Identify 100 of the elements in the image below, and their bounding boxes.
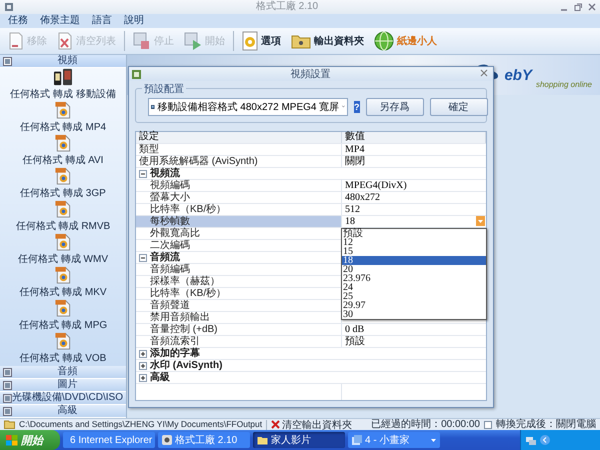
app-icon — [4, 2, 14, 12]
taskbar-item[interactable]: 4 - 小畫家 — [348, 432, 440, 448]
dropdown-option[interactable]: 25 — [342, 292, 486, 301]
app-icon — [162, 435, 172, 445]
property-value: 512 — [345, 204, 360, 214]
dropdown-option[interactable]: 預設 — [342, 229, 486, 238]
dropdown-option[interactable]: 23.976 — [342, 274, 486, 283]
stop-icon — [133, 32, 151, 50]
clear-output-button[interactable]: 清空輸出資料夾 — [271, 418, 352, 432]
folder-icon — [291, 33, 311, 49]
taskbar-item[interactable]: 格式工廠 2.10 — [158, 432, 250, 448]
property-name[interactable]: 音量控制 (+dB) — [136, 324, 342, 335]
output-path: C:\Documents and Settings\ZHENG YI\My Documents\FFOutput — [19, 419, 262, 430]
dropdown-option[interactable]: 12 — [342, 238, 486, 247]
toolbar-button[interactable]: 輸出資料夾 — [289, 32, 366, 50]
sidebar-item[interactable]: 任何格式 轉成 移動設備 — [0, 68, 126, 101]
cross-icon — [271, 420, 280, 429]
expand-icon[interactable] — [139, 350, 147, 358]
property-name[interactable]: 禁用音頻輸出 — [136, 312, 342, 323]
taskbar-item[interactable]: 家人影片 — [253, 432, 345, 448]
property-name[interactable]: 比特率（KB/秒） — [136, 288, 342, 299]
dropdown-option[interactable]: 18 — [342, 256, 486, 265]
sidebar-item[interactable]: 任何格式 轉成 MKV — [0, 266, 126, 299]
close-icon[interactable] — [480, 69, 490, 79]
windows-flag-icon — [6, 434, 18, 446]
caret-icon — [478, 220, 483, 222]
category-label[interactable]: 音頻流 — [150, 252, 180, 262]
shutdown-checkbox[interactable] — [484, 420, 492, 428]
property-name[interactable]: 外觀寬高比 — [136, 228, 342, 239]
taskbar-item[interactable]: 6 Internet Explorer — [63, 432, 155, 448]
property-value: 關閉 — [345, 156, 365, 166]
caret-icon — [431, 438, 436, 442]
dropdown-option[interactable]: 24 — [342, 283, 486, 292]
file-icon — [55, 134, 71, 152]
close-icon[interactable] — [588, 3, 596, 11]
sidebar-item[interactable]: 任何格式 轉成 MPG — [0, 299, 126, 332]
property-name[interactable]: 音頻流索引 — [136, 336, 342, 347]
category-label[interactable]: 視頻流 — [150, 168, 180, 178]
dialog-button[interactable]: 確定 — [430, 98, 488, 116]
elapsed-time: 已經過的時間：00:00:00 — [371, 419, 480, 430]
sidebar-item[interactable]: 任何格式 轉成 MP4 — [0, 101, 126, 134]
category-label[interactable]: 添加的字幕 — [150, 348, 200, 358]
expand-icon[interactable] — [139, 362, 147, 370]
category-label[interactable]: 水印 (AviSynth) — [150, 360, 222, 370]
property-name[interactable]: 每秒幀數 — [136, 216, 342, 227]
property-value: 0 dB — [345, 324, 364, 334]
property-name[interactable]: 比特率（KB/秒） — [136, 204, 342, 215]
file-icon — [55, 332, 71, 350]
sidebar-section[interactable]: 音頻 — [0, 366, 126, 379]
restore-icon[interactable] — [574, 3, 582, 11]
file-icon — [55, 167, 71, 185]
menu-item[interactable]: 任務 — [8, 15, 28, 27]
expand-icon[interactable] — [139, 374, 147, 382]
property-name[interactable]: 螢幕大小 — [136, 192, 342, 203]
toolbar-button[interactable]: 選項 — [240, 30, 283, 52]
menu-item[interactable]: 語言 — [92, 15, 112, 27]
help-button[interactable]: ? — [354, 100, 360, 112]
window-stack-icon — [352, 435, 362, 445]
dropdown-option[interactable]: 29.97 — [342, 301, 486, 310]
file-icon — [55, 101, 71, 119]
preset-dropdown[interactable]: 移動設備相容格式 480x272 MPEG4 寬屏 — [148, 98, 348, 116]
sidebar-section[interactable]: 光碟機設備\DVD\CD\ISO — [0, 392, 126, 405]
cross-icon — [57, 32, 73, 50]
window-title: 格式工廠 2.10 — [254, 0, 320, 14]
sidebar-section[interactable]: 視頻 — [0, 55, 126, 68]
property-value: 預設 — [345, 336, 365, 346]
sidebar-item[interactable]: 任何格式 轉成 WMV — [0, 233, 126, 266]
property-name[interactable]: 二次編碼 — [136, 240, 342, 251]
dialog-title: 視頻設置 — [290, 68, 332, 81]
menu-item[interactable]: 佈景主題 — [40, 15, 80, 27]
sidebar-section[interactable]: 圖片 — [0, 379, 126, 392]
property-name[interactable]: 採樣率（赫茲） — [136, 276, 342, 287]
menu-item[interactable]: 說明 — [124, 15, 144, 27]
group-label: 預設配置 — [142, 82, 186, 96]
property-name[interactable]: 視頻編碼 — [136, 180, 342, 191]
category-label[interactable]: 高級 — [150, 372, 170, 382]
sidebar-item[interactable]: 任何格式 轉成 RMVB — [0, 200, 126, 233]
dropdown-option[interactable]: 30 — [342, 310, 486, 319]
collapse-icon[interactable] — [139, 254, 147, 262]
section-icon — [3, 56, 12, 66]
sidebar-item[interactable]: 任何格式 轉成 3GP — [0, 167, 126, 200]
collapse-icon[interactable] — [139, 170, 147, 178]
play-icon — [184, 32, 202, 50]
sidebar-item[interactable]: 任何格式 轉成 AVI — [0, 134, 126, 167]
dropdown-button[interactable] — [476, 216, 485, 226]
property-name[interactable]: 音頻聲道 — [136, 300, 342, 311]
dialog-icon — [132, 70, 141, 78]
dialog-button[interactable]: 另存爲 — [366, 98, 424, 116]
start-button[interactable]: 開始 — [0, 430, 60, 450]
property-name[interactable]: 音頻編碼 — [136, 264, 342, 275]
dropdown-option[interactable]: 15 — [342, 247, 486, 256]
sidebar-section[interactable]: 高級 — [0, 405, 126, 418]
property-value: 480x272 — [345, 192, 380, 202]
file-icon — [55, 299, 71, 317]
dropdown-option[interactable]: 20 — [342, 265, 486, 274]
sidebar-item[interactable]: 任何格式 轉成 VOB — [0, 332, 126, 365]
property-name[interactable]: 使用系統解碼器 (AviSynth) — [136, 156, 342, 167]
folder-icon — [257, 436, 268, 444]
property-name[interactable]: 類型 — [136, 144, 342, 155]
column-header: 數值 — [342, 132, 486, 143]
